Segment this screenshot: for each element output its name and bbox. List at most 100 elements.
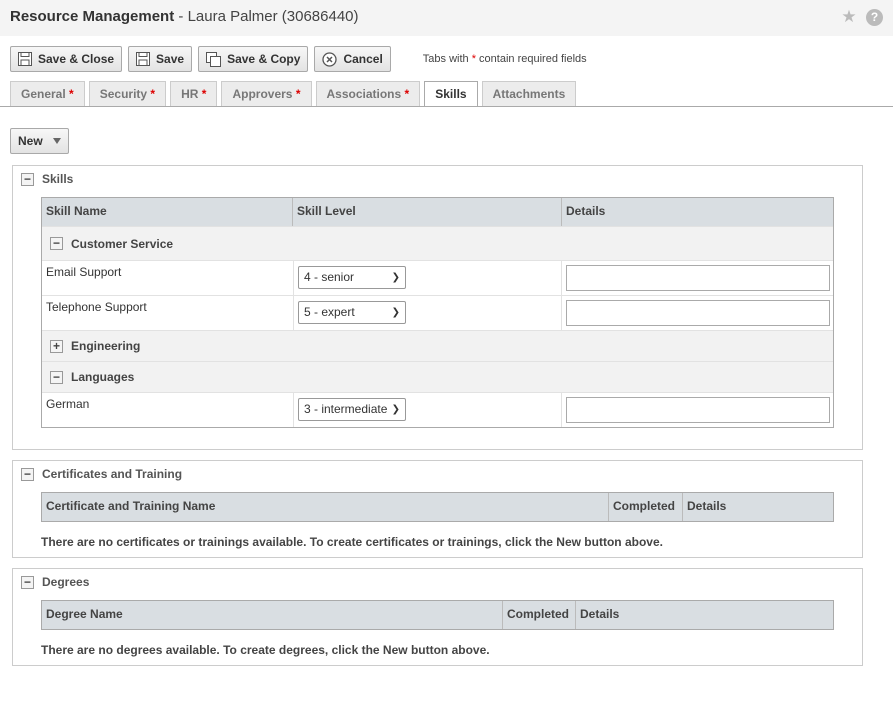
- table-row: Telephone Support 5 - expert ❯: [42, 295, 833, 330]
- save-close-label: Save & Close: [38, 52, 115, 66]
- tab-hr[interactable]: HR *: [170, 81, 218, 107]
- expand-icon[interactable]: +: [50, 339, 63, 353]
- table-row: Email Support 4 - senior ❯: [42, 260, 833, 295]
- chevron-down-icon: ❯: [391, 272, 400, 283]
- grid-header: Certificate and Training Name Completed …: [42, 493, 833, 521]
- required-star: *: [201, 87, 207, 101]
- skills-section: − Skills Skill Name Skill Level Details …: [12, 165, 863, 450]
- group-label: Engineering: [71, 339, 141, 353]
- cancel-icon: [322, 51, 338, 67]
- collapse-icon[interactable]: −: [21, 575, 34, 589]
- skill-level-cell: 4 - senior ❯: [293, 261, 561, 295]
- toolbar: Save & Close Save Save & Copy Cancel Tab…: [10, 46, 587, 72]
- cancel-button[interactable]: Cancel: [314, 46, 391, 72]
- new-button[interactable]: New: [10, 128, 69, 154]
- page-title: Resource Management - Laura Palmer (3068…: [10, 8, 359, 25]
- collapse-icon[interactable]: −: [50, 237, 63, 250]
- tab-label: HR: [181, 87, 199, 101]
- tab-general[interactable]: General *: [10, 81, 85, 107]
- title-icons: ★ ?: [840, 8, 883, 26]
- skill-level-select[interactable]: 3 - intermediate ❯: [298, 398, 406, 421]
- required-star: *: [295, 87, 301, 101]
- tab-label: Associations: [326, 87, 402, 101]
- column-header[interactable]: Details: [683, 493, 833, 521]
- column-header[interactable]: Details: [562, 198, 833, 226]
- save-button[interactable]: Save: [128, 46, 193, 72]
- certificates-section: − Certificates and Training Certificate …: [12, 460, 863, 558]
- skill-name: German: [46, 397, 90, 411]
- column-header[interactable]: Skill Level: [293, 198, 562, 226]
- column-header[interactable]: Certificate and Training Name: [42, 493, 609, 521]
- collapse-icon[interactable]: −: [50, 370, 63, 384]
- grid-header: Skill Name Skill Level Details: [42, 198, 833, 226]
- help-icon[interactable]: ?: [866, 9, 883, 26]
- table-row: German 3 - intermediate ❯: [42, 392, 833, 427]
- required-fields-note: Tabs with * contain required fields: [423, 53, 587, 65]
- group-label: Languages: [71, 370, 135, 384]
- skill-name: Telephone Support: [46, 300, 147, 314]
- copy-icon: [206, 51, 222, 67]
- required-star: *: [404, 87, 410, 101]
- skill-level-cell: 3 - intermediate ❯: [293, 393, 561, 427]
- title-bar: Resource Management - Laura Palmer (3068…: [0, 0, 893, 36]
- collapse-icon[interactable]: −: [21, 172, 34, 186]
- group-label: Customer Service: [71, 236, 174, 251]
- skill-level-select[interactable]: 5 - expert ❯: [298, 301, 406, 324]
- new-button-label: New: [18, 134, 43, 148]
- floppy-icon: [136, 52, 151, 66]
- tab-label: Security: [99, 87, 148, 101]
- column-header[interactable]: Degree Name: [42, 601, 503, 629]
- caret-down-icon: [53, 138, 61, 144]
- empty-message: There are no degrees available. To creat…: [41, 643, 490, 657]
- skill-level-select[interactable]: 4 - senior ❯: [298, 266, 406, 289]
- select-value: 5 - expert: [304, 305, 355, 319]
- column-header[interactable]: Completed: [503, 601, 576, 629]
- grid-header: Degree Name Completed Details: [42, 601, 833, 629]
- details-cell: [561, 296, 833, 330]
- details-input[interactable]: [566, 300, 830, 326]
- tab-approvers[interactable]: Approvers *: [221, 81, 312, 107]
- certificates-section-header: − Certificates and Training: [21, 467, 182, 481]
- column-header[interactable]: Skill Name: [42, 198, 293, 226]
- details-cell: [561, 261, 833, 295]
- tab-security[interactable]: Security *: [88, 81, 167, 107]
- req-note-post: contain required fields: [476, 53, 587, 65]
- save-close-button[interactable]: Save & Close: [10, 46, 123, 72]
- select-value: 4 - senior: [304, 270, 355, 284]
- skill-level-cell: 5 - expert ❯: [293, 296, 561, 330]
- section-title: Degrees: [42, 575, 90, 589]
- group-row: − Languages: [42, 361, 833, 392]
- tab-attachments[interactable]: Attachments: [481, 81, 577, 107]
- tab-associations[interactable]: Associations *: [315, 81, 421, 107]
- tab-divider: [0, 106, 893, 107]
- tab-label: Approvers: [232, 87, 293, 101]
- section-title: Skills: [42, 172, 74, 186]
- save-label: Save: [156, 52, 185, 66]
- collapse-icon[interactable]: −: [21, 467, 34, 481]
- title-separator: -: [174, 8, 188, 25]
- chevron-down-icon: ❯: [391, 404, 400, 415]
- section-title: Certificates and Training: [42, 467, 183, 481]
- certificates-grid: Certificate and Training Name Completed …: [41, 492, 834, 522]
- column-header[interactable]: Details: [576, 601, 833, 629]
- skills-grid: Skill Name Skill Level Details − Custome…: [41, 197, 834, 428]
- app-title: Resource Management: [10, 8, 175, 25]
- save-copy-button[interactable]: Save & Copy: [198, 46, 309, 72]
- floppy-icon: [18, 52, 32, 66]
- required-star: *: [150, 87, 156, 101]
- tab-label: Attachments: [492, 87, 566, 101]
- tab-label: Skills: [435, 87, 467, 101]
- star-icon[interactable]: ★: [840, 8, 858, 26]
- details-input[interactable]: [566, 397, 830, 423]
- skills-section-header: − Skills: [21, 172, 73, 186]
- details-cell: [561, 393, 833, 427]
- select-value: 3 - intermediate: [304, 402, 388, 416]
- details-input[interactable]: [566, 265, 830, 291]
- skill-name: Email Support: [46, 265, 122, 279]
- save-copy-label: Save & Copy: [227, 52, 301, 66]
- chevron-down-icon: ❯: [391, 307, 400, 318]
- tab-bar: General * Security * HR * Approvers * As…: [10, 81, 577, 107]
- column-header[interactable]: Completed: [609, 493, 683, 521]
- tab-label: General: [21, 87, 66, 101]
- tab-skills[interactable]: Skills: [424, 81, 478, 107]
